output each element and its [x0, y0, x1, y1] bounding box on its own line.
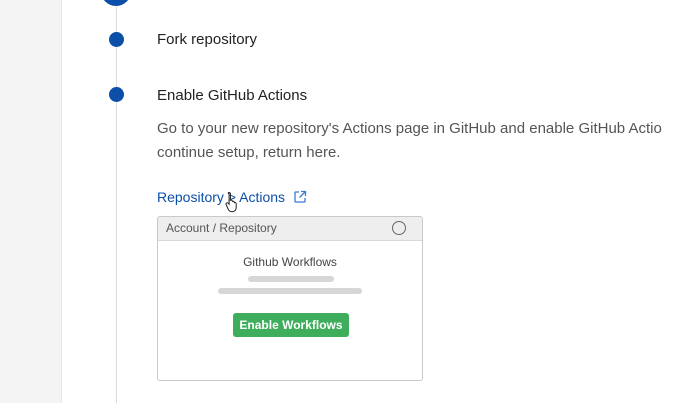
placeholder-bar-long — [218, 288, 362, 294]
page: Fork repository Enable GitHub Actions Go… — [0, 0, 690, 403]
left-gutter — [0, 0, 62, 403]
hand-pointer-cursor-icon — [225, 191, 237, 213]
description-line-2: continue setup, return here. — [157, 144, 341, 161]
timeline-line — [116, 0, 117, 403]
step-title-fork: Fork repository — [157, 31, 258, 48]
preview-header: Account / Repository — [158, 217, 422, 241]
actions-preview-card: Account / Repository Github Workflows En… — [157, 216, 423, 381]
step-dot-enable-actions — [109, 87, 124, 102]
step-title-enable-actions: Enable GitHub Actions — [157, 87, 308, 104]
external-link-icon — [294, 190, 307, 203]
timeline-node-current — [101, 0, 131, 6]
enable-workflows-button[interactable]: Enable Workflows — [233, 313, 349, 337]
description-line-1: Go to your new repository's Actions page… — [157, 120, 662, 137]
step-description: Go to your new repository's Actions page… — [157, 117, 690, 165]
repository-actions-link-label: Repository > Actions — [157, 189, 286, 205]
step-dot-fork — [109, 32, 124, 47]
preview-title: Github Workflows — [243, 255, 337, 269]
preview-header-breadcrumb: Account / Repository — [166, 221, 277, 235]
circle-icon — [392, 221, 406, 235]
placeholder-bar-short — [248, 276, 334, 282]
